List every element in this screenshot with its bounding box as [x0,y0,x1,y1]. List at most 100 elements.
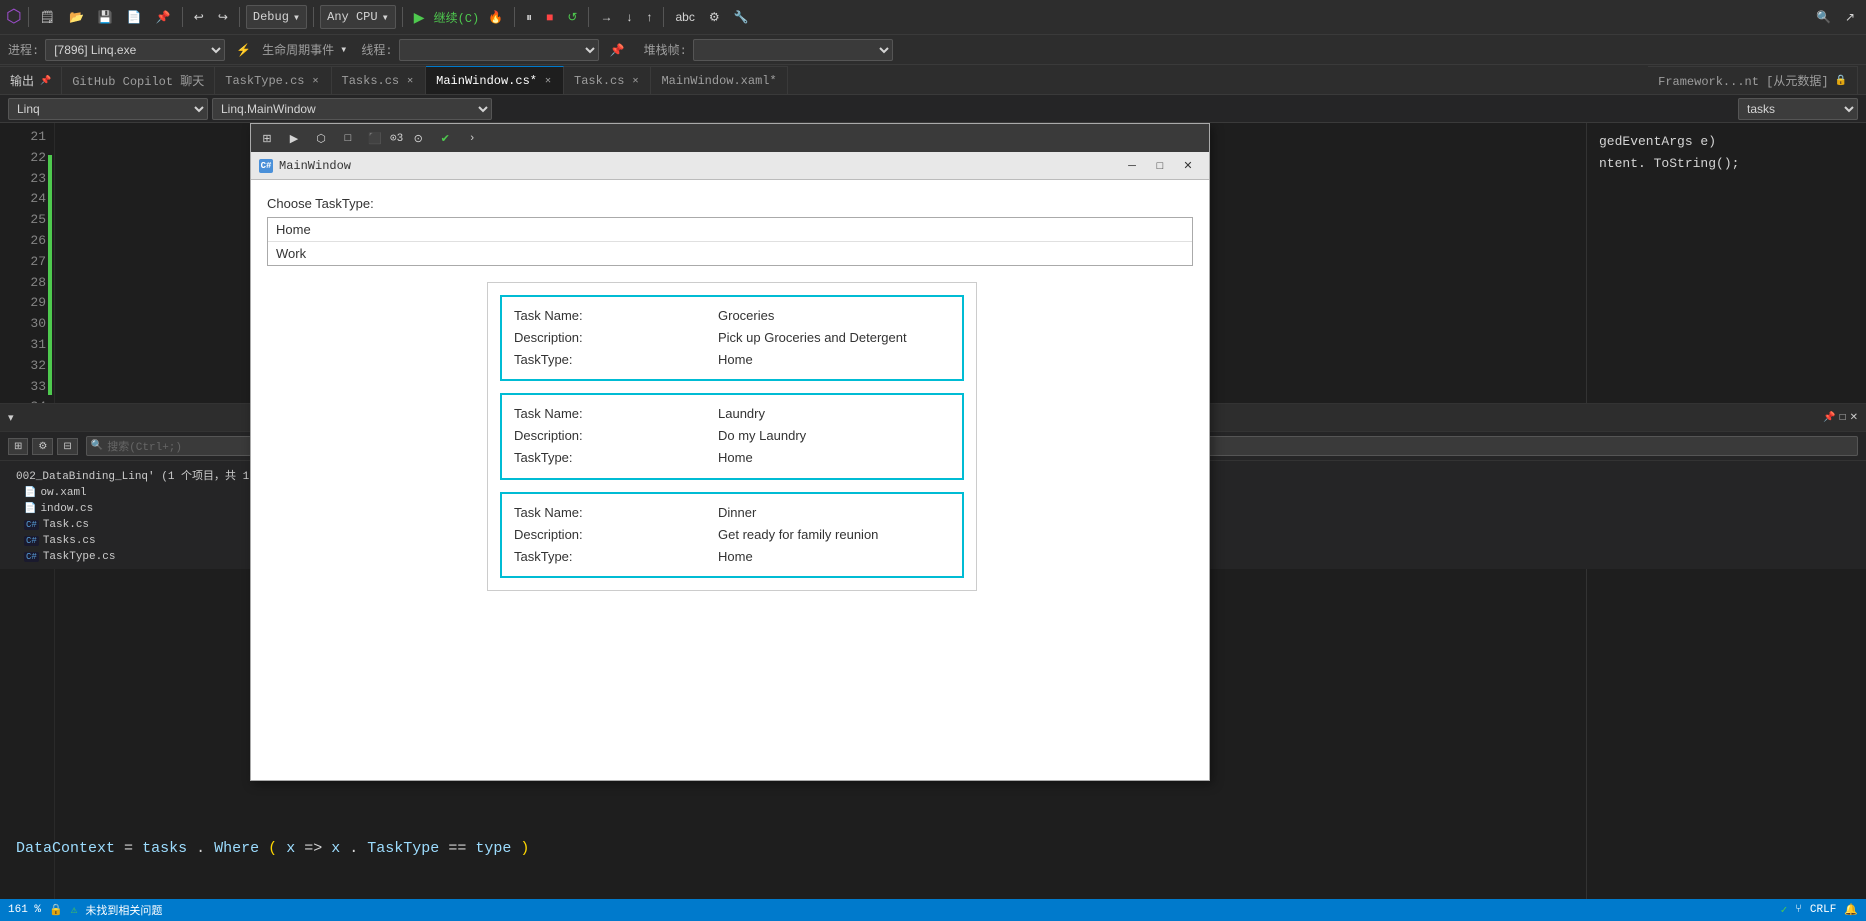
sep2 [182,7,183,27]
new-file-btn[interactable]: 🗒 [35,8,60,26]
tab-framework-lock: 🔒 [1835,75,1847,87]
tab-mainwindow-xaml[interactable]: MainWindow.xaml* [651,66,787,94]
se-task-cs-item[interactable]: C# Task.cs [1586,517,1866,533]
tab-tasktype[interactable]: TaskType.cs ✕ [215,66,331,94]
tab-tasks-close[interactable]: ✕ [405,75,415,87]
cpu-chevron: ▾ [382,10,389,25]
vs-logo: ⬡ [6,6,22,28]
top-toolbar: ⬡ 🗒 📂 💾 📄 📌 ↩ ↪ Debug ▾ Any CPU ▾ ▶ 继续(C… [0,0,1866,35]
lifecycle-events-btn[interactable]: ⚡ [231,41,256,59]
se-content: 002_DataBinding_Linq' (1 个项目，共 1 📄 ow.xa… [1586,461,1866,569]
tab-mainwindow-cs-close[interactable]: ✕ [543,75,553,87]
sep8 [663,7,664,27]
sep3 [239,7,240,27]
share-btn[interactable]: ↗ [1840,8,1860,26]
xaml-rect-btn[interactable]: □ [336,127,360,149]
listbox-item-work[interactable]: Work [268,242,1192,265]
tab-output[interactable]: 输出 📌 [0,66,62,94]
tab-tasks[interactable]: Tasks.cs ✕ [332,66,427,94]
code-dot1: . [196,840,205,857]
spell-btn[interactable]: abc [670,8,699,26]
se-tasktype-cs-item[interactable]: C# TaskType.cs [1586,549,1866,565]
search-global-btn[interactable]: 🔍 [1811,8,1836,26]
format-btn[interactable]: ⚙ [704,8,725,26]
code-paren2: ) [520,840,529,857]
tools-btn[interactable]: 🔧 [729,8,754,26]
xaml-arrow-btn[interactable]: › [460,127,484,149]
thread-pin-btn[interactable]: 📌 [605,41,630,59]
stop-btn[interactable]: ■ [541,8,558,26]
continue-btn[interactable]: ▶ [409,7,430,28]
xaml-up-btn[interactable]: ⊙ [406,127,430,149]
xaml-video-btn[interactable]: ▶ [282,127,306,149]
nav-tasks-dropdown[interactable]: tasks [1738,98,1858,120]
save-btn[interactable]: 💾 [93,8,118,26]
debug-toolbar: 进程: [7896] Linq.exe ⚡ 生命周期事件 ▾ 线程: 📌 堆栈帧… [0,35,1866,65]
se-xaml-item[interactable]: 📄 ow.xaml [1586,485,1866,501]
debug-chevron: ▾ [293,10,300,25]
tab-task-cs[interactable]: Task.cs ✕ [564,66,651,94]
task3-desc-value: Get ready for family reunion [718,524,878,546]
notification-btn[interactable]: 🔔 [1844,903,1858,917]
task-cards-container: Task Name: Groceries Description: Pick u… [487,282,977,591]
pause-btn[interactable]: ⏸ [521,8,537,27]
open-btn[interactable]: 📂 [64,8,89,26]
tasktype-listbox[interactable]: Home Work [267,217,1193,266]
listbox-item-home[interactable]: Home [268,218,1192,242]
wpf-minimize-btn[interactable]: ─ [1119,156,1145,176]
se-expand-btn[interactable]: □ [1840,412,1846,423]
task3-name-label: Task Name: [514,502,714,524]
code-type-ref: type [475,840,511,857]
member-nav-dropdown[interactable]: Linq.MainWindow [212,98,492,120]
wpf-app-icon: C# [259,159,273,173]
stack-dropdown[interactable] [693,39,893,61]
tab-output-label: 输出 [10,72,34,89]
wpf-content: Choose TaskType: Home Work Task Name: Gr… [251,180,1209,780]
se-close-btn[interactable]: ✕ [1850,412,1858,423]
hotreload-btn[interactable]: 🔥 [483,8,508,26]
tab-mainwindow-cs[interactable]: MainWindow.cs* ✕ [426,66,564,94]
restart-btn[interactable]: ↺ [562,8,582,26]
code-eq: == [448,840,475,857]
tab-output-pin[interactable]: 📌 [40,76,51,86]
class-nav-dropdown[interactable]: Linq [8,98,208,120]
tab-framework-label: Framework...nt [从元数据] [1658,72,1828,89]
step-out-btn[interactable]: ↑ [641,8,657,26]
se-search-box: 🔍 搜索(Ctrl+;) [1586,436,1858,456]
wpf-maximize-btn[interactable]: □ [1147,156,1173,176]
process-dropdown[interactable]: [7896] Linq.exe [45,39,225,61]
tab-framework[interactable]: Framework...nt [从元数据] 🔒 [1648,66,1858,94]
cpu-dropdown[interactable]: Any CPU ▾ [320,5,396,29]
task3-type-value: Home [718,546,753,568]
wpf-close-btn[interactable]: ✕ [1175,156,1201,176]
se-window-cs-item[interactable]: 📄 indow.cs [1586,501,1866,517]
save-all-btn[interactable]: 📄 [122,8,147,26]
debug-dropdown[interactable]: Debug ▾ [246,5,307,29]
status-right: ✓ ⑂ CRLF 🔔 [1781,903,1858,917]
right-panel: gedEventArgs e) ntent. ToString(); ▾ 📌 □… [1586,123,1866,921]
undo-btn[interactable]: ↩ [189,8,209,26]
xaml-cursor-btn[interactable]: ⬡ [309,127,333,149]
debug-label: Debug [253,10,289,24]
redo-btn[interactable]: ↪ [213,8,233,26]
task3-type-row: TaskType: Home [514,546,950,568]
xaml-check-btn[interactable]: ✔ [433,127,457,149]
step-into-btn[interactable]: ↓ [621,8,637,26]
pin-btn[interactable]: 📌 [151,8,176,26]
xaml-bind-btn[interactable]: ⊞ [255,127,279,149]
xaml-transform-btn[interactable]: ⬛ [363,127,387,149]
git-branch: ⑂ [1795,904,1802,916]
step-over-btn[interactable]: → [595,8,617,26]
tab-task-close[interactable]: ✕ [630,75,640,87]
task3-name-value: Dinner [718,502,756,524]
choose-tasktype-label: Choose TaskType: [267,196,1193,211]
se-pin-btn[interactable]: 📌 [1823,412,1835,423]
se-tasks-cs-item[interactable]: C# Tasks.cs [1586,533,1866,549]
task2-name-row: Task Name: Laundry [514,403,950,425]
wpf-titlebar: C# MainWindow ─ □ ✕ [251,152,1209,180]
tab-tasktype-close[interactable]: ✕ [310,75,320,87]
tab-copilot[interactable]: GitHub Copilot 聊天 [62,66,215,94]
thread-dropdown[interactable] [399,39,599,61]
se-solution-item[interactable]: 002_DataBinding_Linq' (1 个项目，共 1 [1586,465,1866,485]
code-arrow: => [304,840,331,857]
